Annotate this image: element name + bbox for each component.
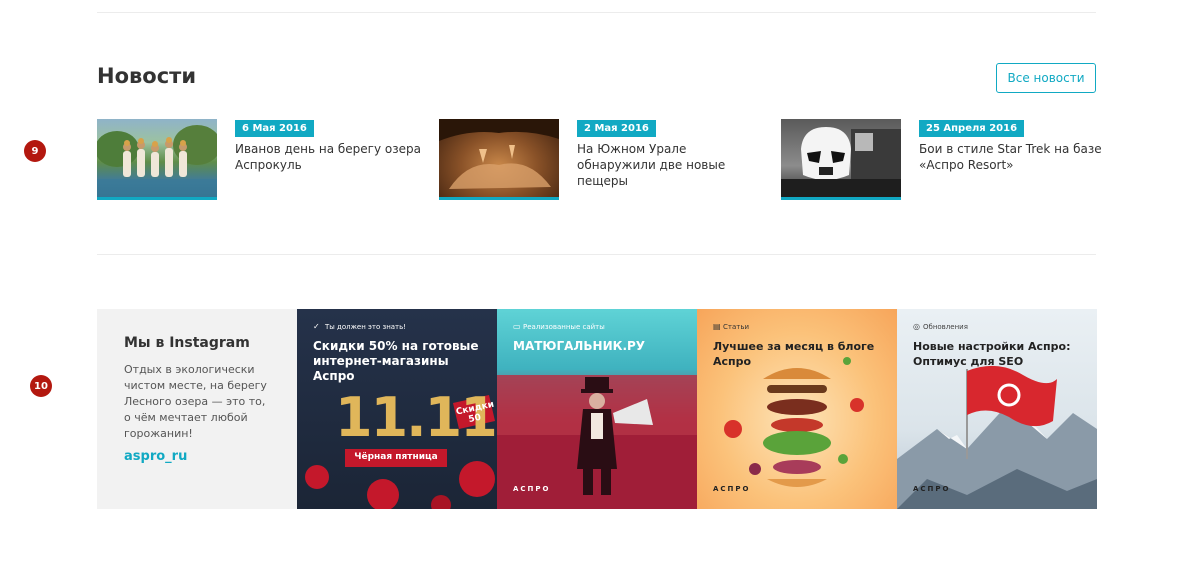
instagram-description: Отдых в экологически чистом месте, на бе… — [124, 363, 267, 440]
instagram-account-link[interactable]: aspro_ru — [124, 449, 187, 464]
post-label: Обновления — [923, 323, 968, 331]
instagram-post[interactable]: Ты должен это знать! ✓ Скидки 50% на гот… — [297, 309, 497, 509]
news-item[interactable]: 25 Апреля 2016 Бои в стиле Star Trek на … — [781, 119, 1111, 201]
section-marker-10: 10 — [30, 375, 52, 397]
update-icon: ◎ — [913, 322, 920, 331]
instagram-heading: Мы в Instagram — [124, 335, 250, 351]
post-heading: Лучшее за месяц в блоге Аспро — [713, 340, 875, 368]
post-ribbon: Чёрная пятница — [354, 452, 438, 462]
post-heading: Скидки 50% на готовые интернет-магазины … — [313, 339, 479, 383]
news-title-link[interactable]: Бои в стиле Star Trek на базе «Аспро Res… — [919, 141, 1109, 173]
post-brand: АСПРО — [713, 485, 751, 493]
news-date: 25 Апреля 2016 — [919, 120, 1025, 137]
news-date: 2 Мая 2016 — [577, 120, 656, 137]
instagram-post[interactable]: Реализованные сайты ▭ МАТЮГАЛЬНИК.РУ АСП… — [497, 309, 697, 509]
instagram-info: Мы в Instagram Отдых в экологически чист… — [97, 309, 297, 509]
news-item[interactable]: 6 Мая 2016 Иванов день на берегу озера А… — [97, 119, 427, 201]
post-label: Ты должен это знать! — [325, 323, 407, 331]
middle-divider — [97, 254, 1096, 255]
news-thumbnail-stormtrooper[interactable] — [781, 119, 901, 200]
all-news-button[interactable]: Все новости — [996, 63, 1096, 93]
news-date: 6 Мая 2016 — [235, 120, 314, 137]
top-divider — [97, 12, 1096, 13]
check-icon: ✓ — [313, 322, 320, 331]
post-heading: МАТЮГАЛЬНИК.РУ — [513, 339, 646, 353]
news-title-link[interactable]: Иванов день на берегу озера Аспрокуль — [235, 141, 425, 173]
news-thumbnail-lake-festival[interactable] — [97, 119, 217, 200]
post-heading: Новые настройки Аспро: Оптимус для SEO — [913, 340, 1071, 368]
monitor-icon: ▭ — [513, 322, 521, 331]
post-brand: АСПРО — [513, 485, 551, 493]
post-label: Статьи — [723, 323, 750, 331]
instagram-post[interactable]: Обновления ◎ Новые настройки Аспро: Опти… — [897, 309, 1097, 509]
post-label: Реализованные сайты — [523, 323, 605, 331]
news-title-link[interactable]: На Южном Урале обнаружили две новые пеще… — [577, 141, 767, 189]
article-icon: ▤ — [713, 322, 721, 331]
news-item[interactable]: 2 Мая 2016 На Южном Урале обнаружили две… — [439, 119, 769, 201]
news-thumbnail-caves[interactable] — [439, 119, 559, 200]
news-heading: Новости — [97, 64, 197, 88]
instagram-post[interactable]: Статьи ▤ Лучшее за месяц в блоге Аспро А… — [697, 309, 897, 509]
post-brand: АСПРО — [913, 485, 951, 493]
section-marker-9: 9 — [24, 140, 46, 162]
